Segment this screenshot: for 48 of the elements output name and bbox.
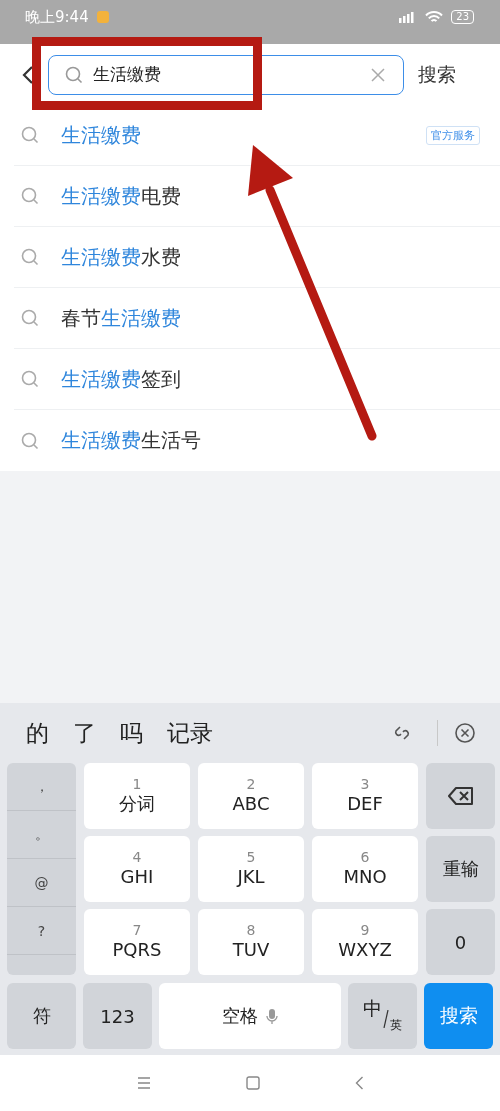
suggestion-item[interactable]: 生活缴费水费 bbox=[14, 227, 500, 288]
battery-indicator: 23 bbox=[451, 10, 474, 24]
space-key[interactable]: 空格 bbox=[159, 983, 341, 1049]
backspace-key[interactable] bbox=[426, 763, 495, 829]
symbol-key[interactable]: ? bbox=[7, 907, 76, 955]
search-icon bbox=[21, 309, 39, 327]
keypad-key[interactable]: 4 GHI bbox=[84, 836, 190, 902]
keypad-key[interactable]: 3 DEF bbox=[312, 763, 418, 829]
slash-icon bbox=[383, 1010, 389, 1028]
candidate-word[interactable]: 吗 bbox=[120, 717, 143, 749]
wifi-icon bbox=[425, 10, 444, 24]
search-icon bbox=[21, 370, 39, 388]
candidate-word[interactable]: 的 bbox=[26, 717, 49, 749]
close-icon[interactable] bbox=[454, 722, 476, 744]
symbol-key[interactable]: ， bbox=[7, 763, 76, 811]
candidate-word[interactable]: 记录 bbox=[167, 717, 213, 749]
suggestion-item[interactable]: 春节生活缴费 bbox=[14, 288, 500, 349]
symbol-key[interactable]: 。 bbox=[7, 811, 76, 859]
microphone-icon bbox=[266, 1007, 278, 1025]
keypad-key[interactable]: 2 ABC bbox=[198, 763, 304, 829]
back-icon[interactable] bbox=[22, 64, 34, 85]
keypad-key[interactable]: 7 PQRS bbox=[84, 909, 190, 975]
notification-icon bbox=[96, 11, 109, 23]
search-icon bbox=[65, 65, 83, 84]
symbol-key[interactable]: 符 bbox=[7, 983, 76, 1049]
backspace-icon bbox=[447, 787, 474, 805]
keypad-key[interactable]: 6 MNO bbox=[312, 836, 418, 902]
search-icon bbox=[21, 248, 39, 266]
search-button[interactable]: 搜索 bbox=[418, 61, 456, 88]
language-key[interactable]: 中 英 bbox=[348, 983, 417, 1049]
candidate-word[interactable]: 了 bbox=[73, 717, 96, 749]
zero-key[interactable]: 0 bbox=[426, 909, 495, 975]
search-icon bbox=[21, 126, 39, 144]
keypad-key[interactable]: 8 TUV bbox=[198, 909, 304, 975]
keypad-key[interactable]: 5 JKL bbox=[198, 836, 304, 902]
status-time: 晚上9:44 bbox=[25, 7, 89, 27]
suggestion-item[interactable]: 生活缴费生活号 bbox=[14, 410, 500, 471]
reinput-key[interactable]: 重输 bbox=[426, 836, 495, 902]
search-icon bbox=[21, 187, 39, 205]
search-field[interactable]: 生活缴费 bbox=[48, 54, 404, 95]
official-badge: 官方服务 bbox=[426, 125, 480, 145]
keypad-key[interactable]: 9 WXYZ bbox=[312, 909, 418, 975]
keypad-key[interactable]: 1 分词 bbox=[84, 763, 190, 829]
number-key[interactable]: 123 bbox=[83, 983, 152, 1049]
search-icon bbox=[21, 431, 39, 450]
suggestion-item[interactable]: 生活缴费签到 bbox=[14, 349, 500, 410]
home-icon[interactable] bbox=[245, 1076, 260, 1090]
symbol-key[interactable]: @ bbox=[7, 859, 76, 907]
